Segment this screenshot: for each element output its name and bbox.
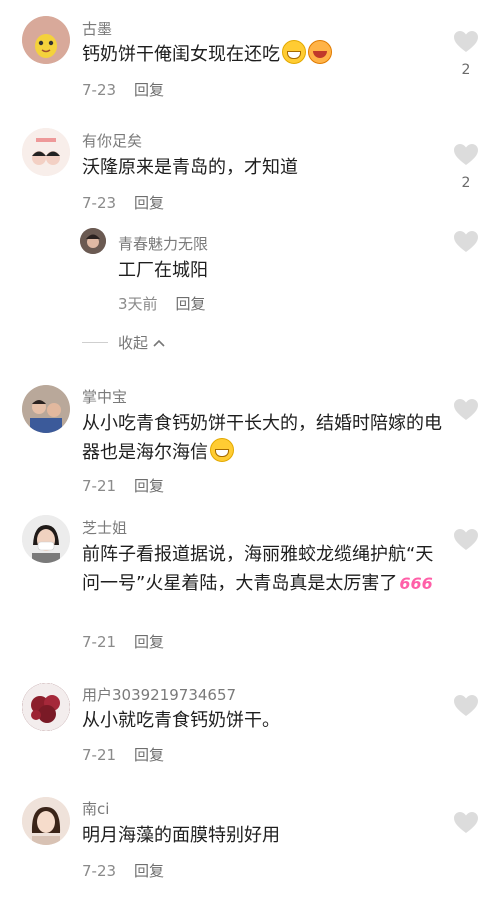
comment-date: 7-23 xyxy=(82,862,117,880)
comment-meta: 7-23 回复 xyxy=(82,192,164,213)
comment-date: 7-23 xyxy=(82,81,117,99)
username[interactable]: 芝士姐 xyxy=(82,517,127,538)
chevron-up-icon xyxy=(153,339,165,347)
reply-button[interactable]: 回复 xyxy=(134,633,164,651)
username[interactable]: 南ci xyxy=(82,798,109,819)
reply-button[interactable]: 回复 xyxy=(134,746,164,764)
comment-meta: 7-21 回复 xyxy=(82,631,164,652)
heart-icon xyxy=(454,695,478,716)
like-count: 2 xyxy=(461,175,471,191)
username[interactable]: 用户3039219734657 xyxy=(82,684,236,705)
username[interactable]: 掌中宝 xyxy=(82,386,127,407)
username[interactable]: 有你足矣 xyxy=(82,130,142,151)
six-six-six-emoji-icon: 666 xyxy=(399,574,433,593)
comment-text: 钙奶饼干俺闺女现在还吃 xyxy=(82,40,442,69)
heart-icon xyxy=(454,31,478,52)
comment-meta: 7-21 回复 xyxy=(82,475,164,496)
divider xyxy=(82,342,108,343)
comment-date: 7-21 xyxy=(82,633,117,651)
reply-text: 工厂在城阳 xyxy=(118,260,208,281)
reply-username[interactable]: 青春魅力无限 xyxy=(118,233,208,254)
like-button[interactable] xyxy=(452,694,480,718)
reply-button[interactable]: 回复 xyxy=(134,477,164,495)
reply-button[interactable]: 回复 xyxy=(134,194,164,212)
comment-date: 7-23 xyxy=(82,194,117,212)
like-count: 2 xyxy=(461,62,471,78)
comment-meta: 7-23 回复 xyxy=(82,860,164,881)
like-button[interactable] xyxy=(452,528,480,552)
comment-text: 沃隆原来是青岛的，才知道 xyxy=(82,157,298,178)
comment-text-content: 钙奶饼干俺闺女现在还吃 xyxy=(82,44,280,65)
reply-button[interactable]: 回复 xyxy=(134,862,164,880)
reply-button[interactable]: 回复 xyxy=(134,81,164,99)
like-button[interactable]: 2 xyxy=(452,30,480,78)
like-button[interactable]: 2 xyxy=(452,143,480,191)
avatar[interactable] xyxy=(22,16,70,64)
grin-emoji-icon xyxy=(210,438,234,462)
collapse-label: 收起 xyxy=(118,334,149,352)
comment-text: 明月海藻的面膜特别好用 xyxy=(82,825,280,846)
comment-date: 7-21 xyxy=(82,746,117,764)
comment-text: 从小吃青食钙奶饼干长大的，结婚时陪嫁的电器也是海尔海信 xyxy=(82,409,442,467)
comment-text: 从小就吃青食钙奶饼干。 xyxy=(82,710,280,731)
reply-avatar[interactable] xyxy=(80,228,106,254)
comment-meta: 7-23 回复 xyxy=(82,79,164,100)
avatar[interactable] xyxy=(22,797,70,845)
comment-meta: 7-21 回复 xyxy=(82,744,164,765)
heart-icon xyxy=(454,812,478,833)
avatar[interactable] xyxy=(22,683,70,731)
comment-date: 7-21 xyxy=(82,477,117,495)
comment-text: 前阵子看报道据说，海丽雅蛟龙缆绳护航“天问一号”火星着陆，大青岛真是太厉害了 66… xyxy=(82,540,442,598)
avatar[interactable] xyxy=(22,128,70,176)
reply-button[interactable]: 回复 xyxy=(176,295,206,313)
like-button[interactable] xyxy=(452,230,480,254)
grin-emoji-icon xyxy=(282,40,306,64)
reply-meta: 3天前 回复 xyxy=(118,293,206,314)
comment-text-content: 从小吃青食钙奶饼干长大的，结婚时陪嫁的电器也是海尔海信 xyxy=(82,413,442,463)
reply-date: 3天前 xyxy=(118,295,158,313)
avatar[interactable] xyxy=(22,515,70,563)
like-button[interactable] xyxy=(452,811,480,835)
username[interactable]: 古墨 xyxy=(82,18,112,39)
heart-icon xyxy=(454,399,478,420)
collapse-replies-button[interactable]: 收起 xyxy=(82,332,166,353)
avatar[interactable] xyxy=(22,385,70,433)
heart-icon xyxy=(454,529,478,550)
comment-text-content: 前阵子看报道据说，海丽雅蛟龙缆绳护航“天问一号”火星着陆，大青岛真是太厉害了 xyxy=(82,544,434,594)
like-button[interactable] xyxy=(452,398,480,422)
heart-icon xyxy=(454,231,478,252)
heart-icon xyxy=(454,144,478,165)
laugh-emoji-icon xyxy=(308,40,332,64)
